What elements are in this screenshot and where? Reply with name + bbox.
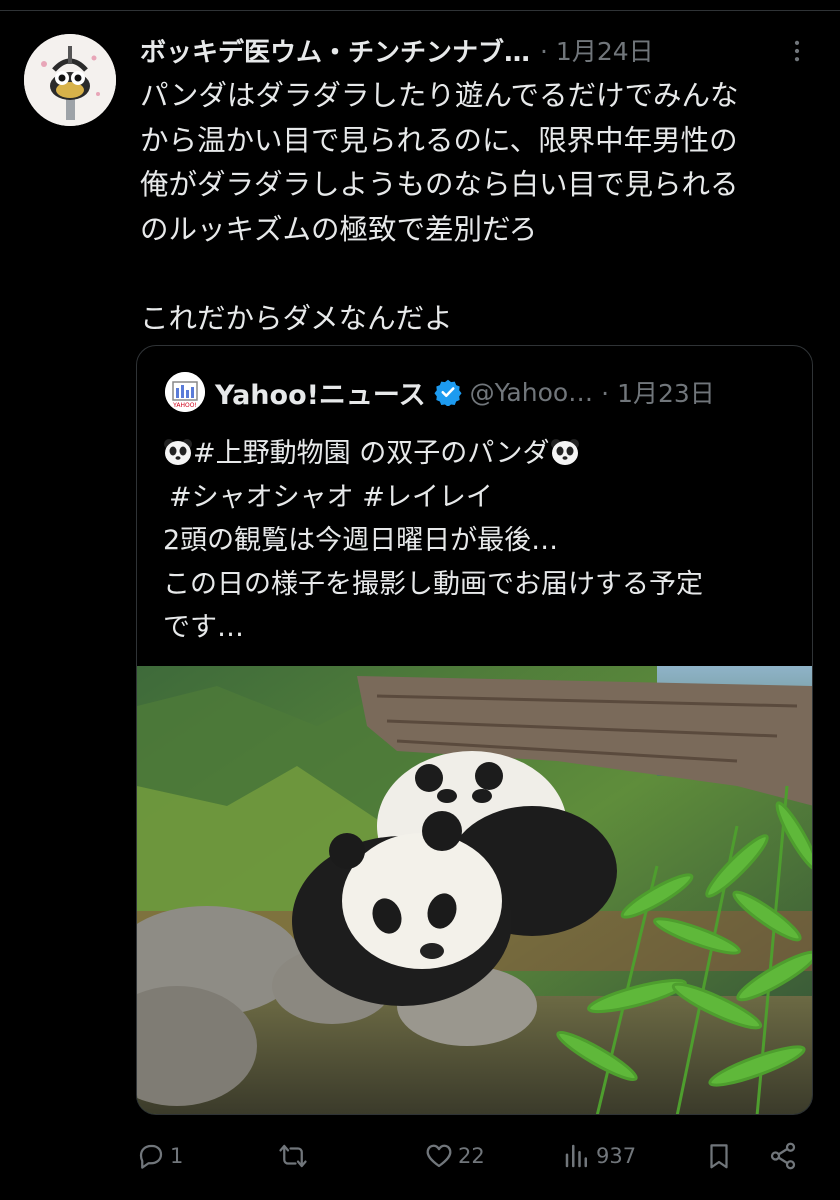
yahoo-news-logo-icon: YAHOO! bbox=[165, 372, 205, 412]
action-bar: 1 22 937 bbox=[0, 1136, 840, 1176]
retweet-icon bbox=[279, 1144, 307, 1168]
share-button[interactable] bbox=[768, 1136, 798, 1176]
retweet-button[interactable] bbox=[278, 1136, 312, 1176]
like-button[interactable]: 22 bbox=[424, 1136, 485, 1176]
like-count: 22 bbox=[458, 1144, 485, 1168]
quoted-text-line[interactable]: #シャオシャオ #レイレイ bbox=[163, 476, 803, 520]
quoted-text-hashtag-line[interactable]: #上野動物園 の双子のパンダ bbox=[193, 438, 550, 469]
quoted-tweet-text: #上野動物園 の双子のパンダ #シャオシャオ #レイレイ 2頭の観覧は今週日曜日… bbox=[163, 432, 803, 650]
tweet-text-gap bbox=[140, 252, 810, 297]
more-button[interactable] bbox=[780, 34, 814, 68]
tweet-header: ボッキデ医ウム・チンチンナブ… · 1月24日 bbox=[140, 30, 820, 70]
quoted-tweet-header: YAHOO! Yahoo!ニュース @Yahoo… · 1月23日 bbox=[165, 372, 715, 412]
reply-button[interactable]: 1 bbox=[136, 1136, 183, 1176]
share-icon bbox=[770, 1142, 796, 1170]
reply-icon bbox=[139, 1144, 163, 1169]
avatar-image bbox=[24, 34, 116, 126]
views-chart-icon bbox=[565, 1144, 587, 1168]
more-icon bbox=[794, 40, 800, 62]
heart-icon bbox=[426, 1144, 452, 1168]
panda-face-icon bbox=[550, 439, 579, 465]
tweet-timestamp[interactable]: · 1月24日 bbox=[540, 32, 654, 68]
reply-count: 1 bbox=[170, 1144, 184, 1168]
logo-text: YAHOO! bbox=[172, 402, 197, 409]
quoted-avatar[interactable]: YAHOO! bbox=[165, 372, 205, 412]
quoted-handle[interactable]: @Yahoo… bbox=[470, 378, 594, 407]
panda-face-icon bbox=[164, 439, 192, 465]
quoted-display-name[interactable]: Yahoo!ニュース bbox=[215, 373, 426, 412]
bookmark-icon bbox=[710, 1144, 728, 1169]
quoted-media-image[interactable] bbox=[137, 666, 812, 1114]
tweet-text-line: から温かい目で見られるのに、限界中年男性の bbox=[140, 123, 738, 157]
quoted-timestamp[interactable]: · 1月23日 bbox=[601, 374, 715, 410]
bookmark-button[interactable] bbox=[704, 1136, 734, 1176]
verified-badge-icon bbox=[434, 379, 462, 406]
views-count: 937 bbox=[596, 1144, 637, 1168]
quoted-text-line: この日の様子を撮影し動画でお届けする予定 bbox=[163, 568, 703, 600]
panda-photo bbox=[137, 666, 812, 1114]
tweet-text-line: 俺がダラダラしようものなら白い目で見られる bbox=[140, 168, 739, 201]
tweet-text: パンダはダラダラしたり遊んでるだけでみんな から温かい目で見られるのに、限界中年… bbox=[140, 74, 810, 341]
display-name[interactable]: ボッキデ医ウム・チンチンナブ… bbox=[140, 32, 530, 69]
top-divider bbox=[0, 10, 840, 11]
views-button[interactable]: 937 bbox=[562, 1136, 636, 1176]
tweet-text-line: パンダはダラダラしたり遊んでるだけでみんな bbox=[140, 79, 739, 112]
tweet-text-line: のルッキズムの極致で差別だろ bbox=[140, 212, 538, 246]
tweet-text-line: これだからダメなんだよ bbox=[140, 301, 453, 335]
avatar[interactable] bbox=[24, 34, 116, 126]
quoted-tweet[interactable]: YAHOO! Yahoo!ニュース @Yahoo… · 1月23日 #上野動物園… bbox=[136, 345, 813, 1115]
quoted-text-line: です… bbox=[163, 612, 244, 643]
quoted-text-line: #上野動物園 の双子のパンダ bbox=[163, 432, 803, 476]
quoted-text-line: 2頭の観覧は今週日曜日が最後… bbox=[163, 525, 559, 556]
